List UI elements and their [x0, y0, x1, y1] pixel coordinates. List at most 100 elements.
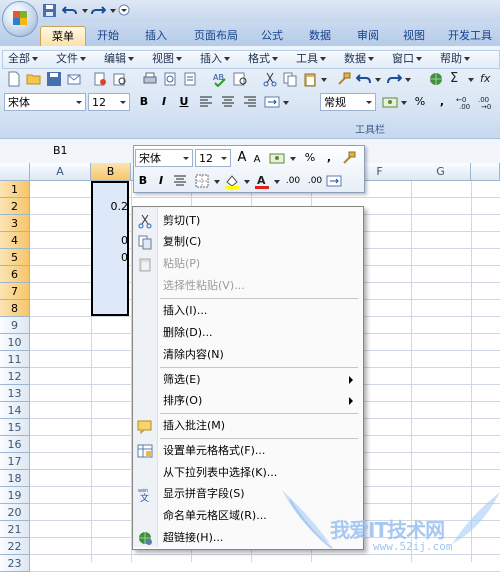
email-icon[interactable] — [66, 71, 82, 87]
underline-button[interactable]: U — [176, 94, 192, 110]
autosum-dropdown-icon[interactable] — [468, 78, 474, 82]
menu-item-clear-contents[interactable]: 清除内容(N) — [157, 344, 361, 365]
menu-item-sort[interactable]: 排序(O) — [157, 390, 361, 411]
mini-currency-icon[interactable] — [268, 150, 286, 166]
menu-item-paste-special[interactable]: 选择性粘贴(V)... — [157, 275, 361, 296]
undo-icon[interactable] — [356, 71, 372, 87]
menu-file[interactable]: 文件 — [56, 52, 86, 66]
undo-dropdown-icon[interactable] — [375, 78, 381, 82]
tab-home[interactable]: 开始 — [88, 26, 128, 45]
comma-style-button[interactable]: , — [434, 94, 450, 110]
column-header-g[interactable]: G — [411, 163, 471, 181]
row-header-9[interactable]: 9 — [0, 317, 30, 334]
copy-icon[interactable] — [282, 71, 298, 87]
align-left-icon[interactable] — [198, 94, 214, 110]
mini-italic-button[interactable]: I — [154, 173, 168, 189]
align-right-icon[interactable] — [242, 94, 258, 110]
redo-icon[interactable] — [90, 3, 106, 18]
column-header-b[interactable]: B — [91, 163, 131, 181]
mini-currency-dropdown-icon[interactable] — [290, 157, 296, 161]
menu-view[interactable]: 视图 — [152, 52, 182, 66]
cut-icon[interactable] — [262, 71, 278, 87]
menu-tools[interactable]: 工具 — [296, 52, 326, 66]
number-format-select[interactable]: 常规 — [320, 93, 376, 111]
tab-developer[interactable]: 开发工具 — [440, 26, 500, 45]
save-icon[interactable] — [42, 3, 58, 18]
row-header-4[interactable]: 4 — [0, 232, 30, 249]
row-header-22[interactable]: 22 — [0, 538, 30, 555]
menu-item-copy[interactable]: 复制(C) — [157, 231, 361, 252]
print-preview-icon[interactable] — [112, 71, 128, 87]
menu-item-filter[interactable]: 筛选(E) — [157, 369, 361, 390]
permission-icon[interactable] — [92, 71, 108, 87]
row-header-8[interactable]: 8 — [0, 300, 30, 317]
menu-item-insert[interactable]: 插入(I)... — [157, 300, 361, 321]
menu-all[interactable]: 全部 — [8, 52, 38, 66]
menu-item-paste[interactable]: 粘贴(P) — [157, 253, 361, 274]
row-header-3[interactable]: 3 — [0, 215, 30, 232]
research-icon[interactable] — [232, 71, 248, 87]
mini-borders-dropdown-icon[interactable] — [214, 180, 220, 184]
tab-insert[interactable]: 插入 — [136, 26, 176, 45]
hyperlink-globe-icon[interactable] — [428, 71, 444, 87]
undo-icon[interactable] — [62, 3, 78, 18]
menu-insert[interactable]: 插入 — [200, 52, 230, 66]
row-header-18[interactable]: 18 — [0, 470, 30, 487]
currency-dropdown-icon[interactable] — [401, 101, 407, 105]
format-painter-icon[interactable] — [336, 71, 352, 87]
merge-dropdown-icon[interactable] — [283, 101, 289, 105]
percent-button[interactable]: % — [412, 94, 428, 110]
row-header-5[interactable]: 5 — [0, 249, 30, 266]
mini-font-color-icon[interactable]: A — [254, 173, 270, 189]
autosum-icon[interactable]: Σ — [450, 71, 466, 87]
mini-bold-button[interactable]: B — [136, 173, 150, 189]
row-header-23[interactable]: 23 — [0, 555, 30, 572]
redo-dropdown-icon[interactable] — [110, 9, 116, 13]
tab-data[interactable]: 数据 — [300, 26, 340, 45]
row-header-12[interactable]: 12 — [0, 368, 30, 385]
cell-b2[interactable]: 0.2 — [88, 198, 129, 215]
menu-edit[interactable]: 编辑 — [104, 52, 134, 66]
open-folder-icon[interactable] — [26, 71, 42, 87]
bold-button[interactable]: B — [136, 94, 152, 110]
redo-icon[interactable] — [386, 71, 402, 87]
paste-dropdown-icon[interactable] — [321, 78, 327, 82]
mini-comma-button[interactable]: , — [322, 150, 336, 166]
name-box[interactable]: B1 — [8, 143, 130, 158]
align-center-icon[interactable] — [220, 94, 236, 110]
row-header-7[interactable]: 7 — [0, 283, 30, 300]
menu-item-pick-from-list[interactable]: 从下拉列表中选择(K)... — [157, 462, 361, 483]
menu-item-cut[interactable]: 剪切(T) — [157, 210, 361, 231]
cell-b4[interactable]: 0 — [88, 232, 128, 249]
tab-view[interactable]: 视图 — [394, 26, 434, 45]
row-header-11[interactable]: 11 — [0, 351, 30, 368]
merge-center-icon[interactable] — [264, 94, 280, 110]
grow-font-button[interactable]: A — [235, 150, 249, 166]
row-header-6[interactable]: 6 — [0, 266, 30, 283]
row-header-10[interactable]: 10 — [0, 334, 30, 351]
tab-menu[interactable]: 菜单 — [40, 26, 86, 46]
mini-format-painter-icon[interactable] — [340, 150, 358, 166]
tab-formulas[interactable]: 公式 — [252, 26, 292, 45]
redo-dropdown-icon[interactable] — [405, 78, 411, 82]
select-all-corner[interactable] — [0, 163, 30, 181]
menu-help[interactable]: 帮助 — [440, 52, 470, 66]
cell-b5[interactable]: 0 — [88, 249, 128, 266]
mini-decrease-decimal-button[interactable]: .00 — [304, 173, 326, 189]
paste-icon[interactable] — [302, 71, 318, 87]
mini-font-size-select[interactable]: 12 — [195, 149, 231, 167]
menu-window[interactable]: 窗口 — [392, 52, 422, 66]
menu-item-format-cells[interactable]: 设置单元格格式(F)... — [157, 440, 361, 461]
currency-format-icon[interactable] — [382, 94, 398, 110]
mini-center-align-icon[interactable] — [172, 173, 188, 189]
column-header-h[interactable] — [471, 163, 500, 181]
row-header-20[interactable]: 20 — [0, 504, 30, 521]
row-header-15[interactable]: 15 — [0, 419, 30, 436]
mini-fill-color-icon[interactable] — [224, 173, 240, 189]
menu-item-insert-comment[interactable]: 插入批注(M) — [157, 415, 361, 436]
print-preview-page-icon[interactable] — [162, 71, 178, 87]
new-file-icon[interactable] — [6, 71, 22, 87]
font-size-select[interactable]: 12 — [88, 93, 130, 111]
row-header-16[interactable]: 16 — [0, 436, 30, 453]
spelling-check-icon[interactable]: AB — [212, 71, 228, 87]
